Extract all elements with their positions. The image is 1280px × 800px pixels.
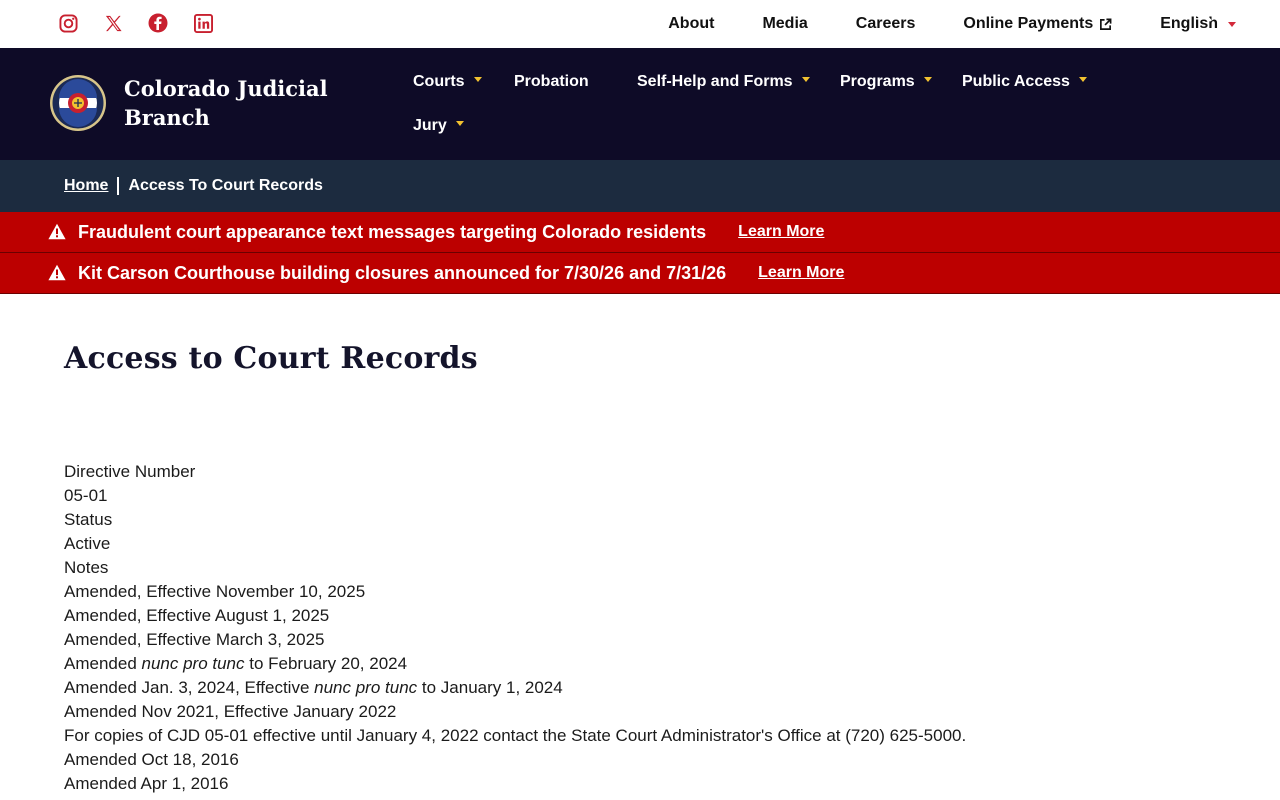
warning-icon — [48, 223, 66, 241]
note-text: Amended — [64, 654, 142, 673]
warning-icon — [48, 264, 66, 282]
social-links — [57, 12, 214, 34]
chevron-down-icon — [455, 120, 464, 126]
alert-learn-more-link[interactable]: Learn More — [738, 223, 824, 241]
breadcrumb-current: Access To Court Records — [128, 177, 323, 194]
nav-item-courts[interactable]: Courts — [413, 73, 482, 91]
chevron-down-icon — [1228, 21, 1236, 27]
nav-self-help-label: Self-Help and Forms — [637, 73, 793, 90]
alert-learn-more-link[interactable]: Learn More — [758, 264, 844, 282]
utility-bar: About Media Careers Online Payments Engl… — [0, 0, 1280, 48]
x-icon[interactable] — [102, 12, 124, 34]
search-icon — [1194, 3, 1212, 21]
breadcrumb: Home Access To Court Records — [0, 160, 1280, 212]
alert-message: Fraudulent court appearance text message… — [78, 221, 707, 242]
media-label: Media — [762, 15, 808, 32]
search-button[interactable] — [1193, 0, 1212, 68]
nav-probation-label: Probation — [514, 73, 589, 90]
note-item: For copies of CJD 05-01 effective until … — [64, 726, 967, 745]
nav-item-probation[interactable]: Probation — [514, 73, 589, 91]
note-item: Amended, Effective August 1, 2025 — [64, 606, 330, 625]
page-title: Access to Court Records — [64, 341, 478, 376]
main-content: Access to Court Records Directive Number… — [0, 294, 1280, 796]
note-item: Amended, Effective March 3, 2025 — [64, 630, 325, 649]
online-payments-link[interactable]: Online Payments — [963, 15, 1112, 33]
alert-message: Kit Carson Courthouse building closures … — [78, 262, 727, 283]
nav-item-programs[interactable]: Programs — [840, 73, 932, 91]
nav-item-jury[interactable]: Jury — [413, 117, 464, 135]
external-link-icon — [1100, 18, 1112, 30]
utility-links: About Media Careers Online Payments Engl… — [668, 0, 1236, 48]
note-item: Amended Jan. 3, 2024, Effective nunc pro… — [64, 676, 1280, 700]
careers-label: Careers — [855, 15, 916, 32]
instagram-icon[interactable] — [57, 12, 79, 34]
brand-name-line1: Colorado Judicial — [124, 76, 328, 101]
directive-number-value: 05-01 — [64, 486, 108, 505]
brand-name-line2: Branch — [124, 105, 210, 130]
main-navigation: Colorado Judicial Branch Courts Probatio… — [0, 3, 1280, 160]
nav-courts-label: Courts — [413, 73, 465, 90]
note-item: Amended nunc pro tunc to February 20, 20… — [64, 652, 1280, 676]
status-value: Active — [64, 534, 111, 553]
breadcrumb-home-link[interactable]: Home — [64, 177, 108, 195]
about-link[interactable]: About — [668, 15, 714, 33]
alert-banner: Fraudulent court appearance text message… — [0, 212, 1280, 253]
note-item: Amended Apr 1, 2016 — [64, 774, 229, 793]
note-text: to February 20, 2024 — [244, 654, 408, 673]
online-payments-label: Online Payments — [963, 15, 1094, 32]
alert-banner: Kit Carson Courthouse building closures … — [0, 253, 1280, 294]
nav-public-access-label: Public Access — [962, 73, 1070, 90]
careers-link[interactable]: Careers — [856, 15, 916, 33]
note-item: Amended Nov 2021, Effective January 2022 — [64, 702, 397, 721]
chevron-down-icon — [1078, 76, 1087, 82]
note-item: Amended Oct 18, 2016 — [64, 750, 239, 769]
brand-logo-link[interactable]: Colorado Judicial Branch — [49, 74, 328, 132]
media-link[interactable]: Media — [762, 15, 807, 33]
breadcrumb-separator — [117, 177, 120, 195]
about-label: About — [668, 15, 715, 32]
notes-label: Notes — [64, 558, 109, 577]
nav-programs-label: Programs — [840, 73, 915, 90]
chevron-down-icon — [473, 76, 482, 82]
note-italic-text: nunc pro tunc — [141, 654, 245, 673]
note-text: to January 1, 2024 — [417, 678, 563, 697]
colorado-courts-seal-icon — [50, 75, 106, 131]
nav-jury-label: Jury — [413, 117, 447, 134]
chevron-down-icon — [801, 76, 810, 82]
note-text: Amended Jan. 3, 2024, Effective — [64, 678, 315, 697]
brand-name: Colorado Judicial Branch — [124, 74, 328, 132]
nav-item-self-help[interactable]: Self-Help and Forms — [637, 73, 810, 91]
note-italic-text: nunc pro tunc — [314, 678, 418, 697]
note-item: Amended, Effective November 10, 2025 — [64, 582, 366, 601]
status-label: Status — [64, 510, 113, 529]
facebook-icon[interactable] — [147, 12, 169, 34]
directive-number-label: Directive Number — [64, 462, 196, 481]
chevron-down-icon — [923, 76, 932, 82]
directive-details: Directive Number 05-01 Status Active Not… — [64, 460, 1280, 796]
linkedin-icon[interactable] — [192, 12, 214, 34]
nav-item-public-access[interactable]: Public Access — [962, 73, 1087, 91]
